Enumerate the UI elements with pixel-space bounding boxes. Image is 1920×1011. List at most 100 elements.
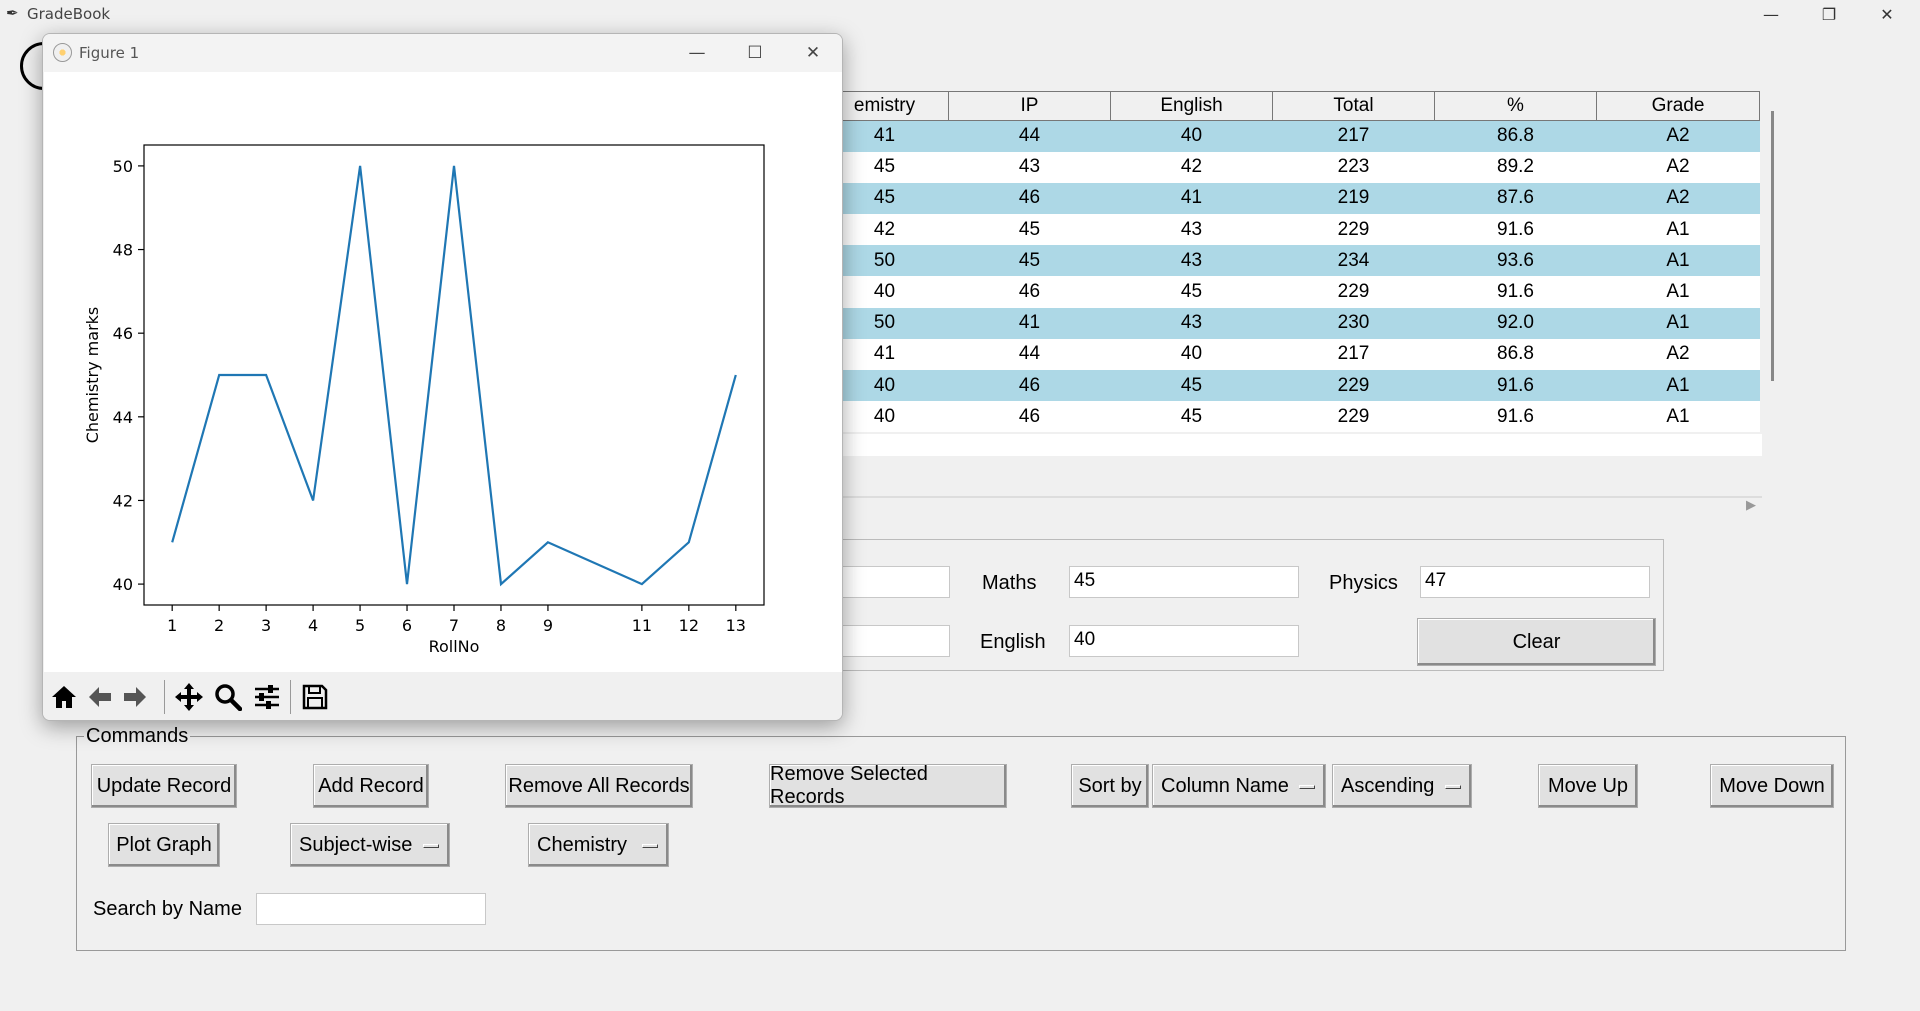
plot-mode-value: Subject-wise [299,833,413,856]
cell-percent: 87.6 [1434,182,1597,215]
figure-canvas[interactable]: 40 42 44 46 48 50 1 2 3 4 5 6 7 8 9 11 12 13 RollNo Chem… [44,72,842,672]
table-row[interactable]: 50 41 43 230 92.0 A1 [820,307,1760,339]
matplotlib-icon [53,43,72,62]
sort-order-menu[interactable]: Ascending [1332,764,1472,808]
column-header-total[interactable]: Total [1272,91,1435,121]
scroll-right-arrow-icon[interactable]: ▶ [1746,498,1756,513]
y-axis-ticks: 40 42 44 46 48 50 [113,157,144,594]
y-tick-label: 40 [113,575,133,594]
table-row[interactable]: 40 46 45 229 91.6 A1 [820,276,1760,308]
figure-titlebar: Figure 1 — ☐ ✕ [43,34,842,72]
sort-column-value: Column Name [1161,774,1289,797]
search-input[interactable] [256,893,486,925]
cell-ip: 43 [948,151,1111,183]
move-up-button[interactable]: Move Up [1538,764,1638,808]
cell-total: 223 [1272,151,1435,183]
column-header-ip[interactable]: IP [948,91,1111,121]
table-row[interactable]: 45 46 41 219 87.6 A2 [820,182,1760,215]
cell-grade: A1 [1596,370,1760,402]
vertical-scrollbar[interactable] [1771,111,1774,381]
cell-english: 45 [1110,276,1273,308]
cell-percent: 91.6 [1434,401,1597,433]
minimize-button[interactable]: — [1742,0,1800,28]
table-empty-area [820,434,1762,456]
table-row[interactable]: 42 45 43 229 91.6 A1 [820,214,1760,246]
horizontal-scrollbar[interactable] [820,496,1762,498]
plot-subject-menu[interactable]: Chemistry [528,823,669,867]
cell-percent: 86.8 [1434,338,1597,370]
sort-order-value: Ascending [1341,774,1435,797]
figure-toolbar [43,672,842,720]
plot-mode-menu[interactable]: Subject-wise [290,823,450,867]
x-tick-label: 7 [449,616,459,635]
chemistry-marks-line [171,165,737,587]
x-tick-label: 6 [402,616,412,635]
y-tick-label: 46 [113,324,133,343]
table-row[interactable]: 41 44 40 217 86.8 A2 [820,338,1760,370]
plot-graph-button[interactable]: Plot Graph [108,823,220,867]
restore-button[interactable]: ❐ [1800,0,1858,28]
remove-all-records-button[interactable]: Remove All Records [505,764,693,808]
table-row[interactable]: 45 43 42 223 89.2 A2 [820,151,1760,183]
figure-close-button[interactable]: ✕ [789,38,837,68]
cell-english: 42 [1110,151,1273,183]
dropdown-indicator-icon [642,844,658,848]
table-row[interactable]: 41 44 40 217 86.8 A2 [820,120,1760,152]
cell-ip: 46 [948,401,1111,433]
save-icon[interactable] [298,680,332,714]
figure-minimize-button[interactable]: — [673,38,721,68]
table-row[interactable]: 40 46 45 229 91.6 A1 [820,370,1760,402]
records-table[interactable]: emistry IP English Total % Grade 41 44 40 2… [820,91,1760,433]
x-tick-label: 8 [496,616,506,635]
home-icon[interactable] [47,680,81,714]
cell-grade: A2 [1596,182,1760,215]
table-body: 41 44 40 217 86.8 A2 45 43 42 223 89.2 A2 45 46 41 219 8… [820,120,1760,433]
cell-grade: A2 [1596,338,1760,370]
clear-button[interactable]: Clear [1417,618,1656,666]
cell-percent: 92.0 [1434,307,1597,339]
maths-label: Maths [982,572,1037,594]
add-record-button[interactable]: Add Record [313,764,429,808]
sort-column-menu[interactable]: Column Name [1152,764,1326,808]
table-row[interactable]: 50 45 43 234 93.6 A1 [820,245,1760,277]
configure-subplots-icon[interactable] [250,680,284,714]
close-button[interactable]: ✕ [1858,0,1916,28]
toolbar-separator [290,680,291,714]
cell-ip: 45 [948,245,1111,277]
cell-grade: A1 [1596,214,1760,246]
cell-grade: A1 [1596,245,1760,277]
move-down-button[interactable]: Move Down [1710,764,1834,808]
column-header-grade[interactable]: Grade [1596,91,1760,121]
forward-arrow-icon[interactable] [118,680,152,714]
column-header-percent[interactable]: % [1434,91,1597,121]
cell-grade: A1 [1596,276,1760,308]
cell-grade: A2 [1596,151,1760,183]
line-chart: 404244464850 1 2 3 4 5 6 7 8 9 11 12 13 RollNo Chem… [83,144,765,656]
x-axis-label: RollNo [429,637,480,656]
table-row[interactable]: 40 46 45 229 91.6 A1 [820,401,1760,433]
cell-english: 45 [1110,401,1273,433]
figure-window[interactable]: Figure 1 — ☐ ✕ 40 42 44 46 48 50 1 2 3 4 5 6 7 8 9 11 1… [42,33,843,721]
sort-by-button[interactable]: Sort by [1071,764,1149,808]
figure-maximize-button[interactable]: ☐ [731,38,779,68]
english-field[interactable]: 40 [1069,625,1299,657]
zoom-icon[interactable] [211,680,245,714]
cell-total: 234 [1272,245,1435,277]
cell-ip: 41 [948,307,1111,339]
cell-total: 229 [1272,401,1435,433]
cell-total: 229 [1272,214,1435,246]
cell-percent: 91.6 [1434,370,1597,402]
pan-icon[interactable] [172,680,206,714]
dropdown-indicator-icon [423,844,439,848]
maths-field[interactable]: 45 [1069,566,1299,598]
update-record-button[interactable]: Update Record [91,764,237,808]
search-by-name-label: Search by Name [93,898,242,920]
x-tick-label: 5 [355,616,365,635]
remove-selected-records-button[interactable]: Remove Selected Records [769,763,1007,808]
column-header-english[interactable]: English [1110,91,1273,121]
cell-english: 40 [1110,120,1273,152]
dropdown-indicator-icon [1445,785,1461,789]
physics-field[interactable]: 47 [1420,566,1650,598]
cell-english: 43 [1110,245,1273,277]
back-arrow-icon[interactable] [83,680,117,714]
